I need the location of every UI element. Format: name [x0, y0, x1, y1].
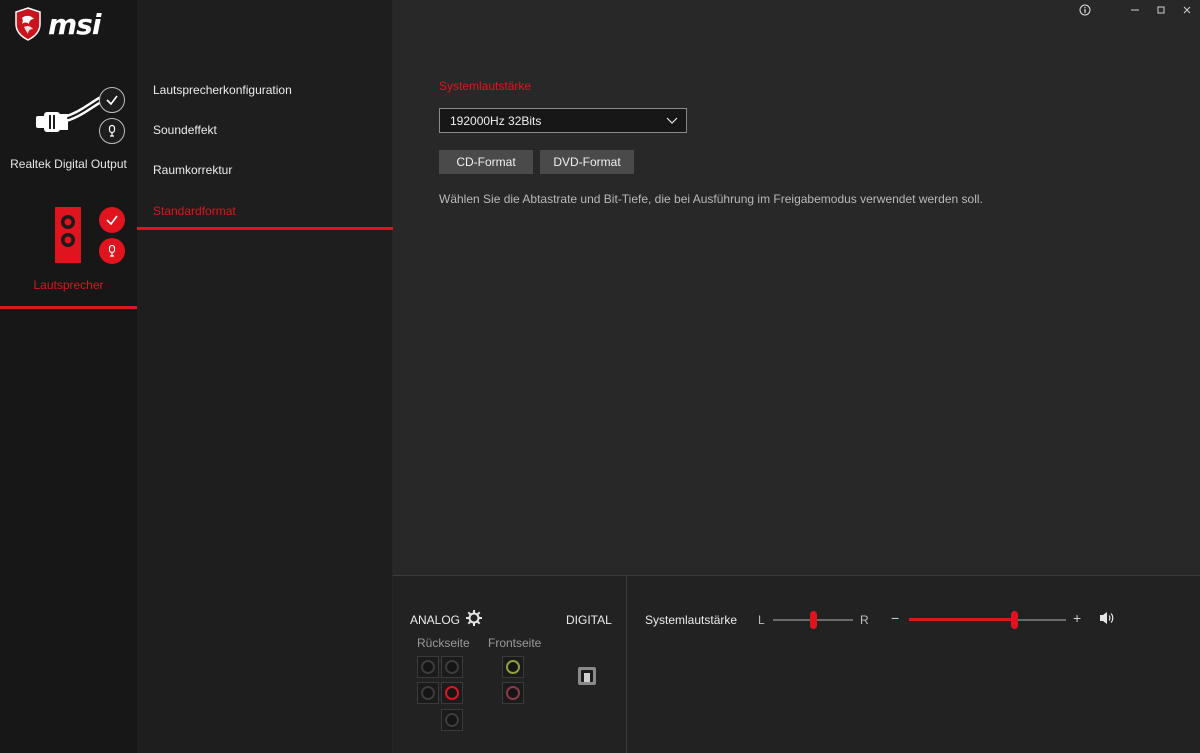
volume-slider-fill	[909, 618, 1015, 621]
jack-ring-icon	[445, 713, 459, 727]
volume-slider-thumb[interactable]	[1011, 611, 1019, 629]
front-microphone-jack[interactable]	[502, 682, 524, 704]
front-headphone-jack[interactable]	[502, 656, 524, 678]
maximize-button[interactable]	[1148, 0, 1174, 20]
minimize-button[interactable]	[1122, 0, 1148, 20]
maximize-icon	[1157, 6, 1165, 14]
front-panel-label: Frontseite	[488, 636, 542, 650]
digital-label: DIGITAL	[566, 613, 612, 627]
device-realtek-digital-output[interactable]: Realtek Digital Output	[0, 82, 137, 182]
rear-jack[interactable]	[417, 656, 439, 678]
chevron-down-icon	[666, 117, 678, 124]
close-button[interactable]	[1174, 0, 1200, 20]
device-lautsprecher[interactable]: Lautsprecher	[0, 198, 137, 310]
sample-rate-select[interactable]: 192000Hz 32Bits	[439, 108, 687, 133]
device-label-lautsprecher: Lautsprecher	[33, 278, 104, 292]
volume-panel: Systemlautstärke L R − +	[627, 575, 1200, 753]
logo-text: msi	[48, 7, 101, 41]
jack-ring-icon	[421, 660, 435, 674]
device-default-comm-button[interactable]	[99, 118, 125, 144]
volume-increase-button[interactable]: +	[1073, 610, 1081, 626]
menu-item-lautsprecherkonfiguration[interactable]: Lautsprecherkonfiguration	[153, 83, 292, 97]
window-controls	[1072, 0, 1200, 20]
microphone-icon	[108, 124, 116, 137]
system-volume-label: Systemlautstärke	[645, 613, 738, 627]
rear-jack[interactable]	[417, 682, 439, 704]
jack-ring-icon	[506, 686, 520, 700]
check-icon	[106, 215, 118, 226]
dvd-format-button[interactable]: DVD-Format	[540, 150, 634, 174]
device-panel: msi Realtek Digital Output Lautsprecher	[0, 0, 137, 753]
menu-active-underline	[137, 227, 393, 230]
spdif-port-icon[interactable]	[577, 666, 597, 686]
menu-item-soundeffekt[interactable]: Soundeffekt	[153, 123, 217, 137]
content-panel: Systemlautstärke 192000Hz 32Bits CD-Form…	[393, 0, 1200, 575]
info-button[interactable]	[1072, 0, 1098, 20]
balance-right-label: R	[860, 613, 869, 627]
close-icon	[1183, 6, 1191, 14]
speaker-jack-icon	[55, 207, 81, 263]
gear-icon[interactable]	[466, 610, 482, 626]
section-title: Systemlautstärke	[439, 79, 532, 93]
msi-logo: msi	[14, 7, 101, 41]
menu-panel: Lautsprecherkonfiguration Soundeffekt Ra…	[137, 0, 393, 753]
device-default-check-button-active[interactable]	[99, 207, 125, 233]
balance-slider-thumb[interactable]	[810, 611, 817, 629]
device-label-realtek: Realtek Digital Output	[10, 157, 127, 171]
format-description: Wählen Sie die Abtastrate und Bit-Tiefe,…	[439, 192, 983, 206]
speaker-volume-icon[interactable]	[1099, 611, 1115, 625]
microphone-icon	[108, 244, 116, 257]
sample-rate-select-value: 192000Hz 32Bits	[450, 113, 542, 128]
jack-ring-icon	[506, 660, 520, 674]
spdif-plug-icon	[36, 96, 102, 132]
msi-dragon-shield-icon	[15, 7, 41, 41]
menu-item-raumkorrektur[interactable]: Raumkorrektur	[153, 163, 232, 177]
jack-ring-icon	[445, 660, 459, 674]
cd-format-button[interactable]: CD-Format	[439, 150, 533, 174]
jack-panel: ANALOG DIGITAL Rückseite Frontseite	[393, 575, 627, 753]
check-icon	[106, 95, 118, 106]
info-icon	[1079, 4, 1091, 16]
analog-label: ANALOG	[410, 613, 461, 627]
device-default-comm-button-active[interactable]	[99, 238, 125, 264]
rear-jack[interactable]	[441, 709, 463, 731]
rear-jack[interactable]	[441, 656, 463, 678]
rear-jack-active[interactable]	[441, 682, 463, 704]
jack-ring-icon	[421, 686, 435, 700]
balance-left-label: L	[758, 613, 765, 627]
menu-item-standardformat[interactable]: Standardformat	[153, 204, 236, 218]
device-active-underline	[0, 306, 137, 309]
device-default-check-button[interactable]	[99, 87, 125, 113]
jack-ring-icon	[445, 686, 459, 700]
rear-panel-label: Rückseite	[417, 636, 470, 650]
volume-decrease-button[interactable]: −	[891, 610, 899, 626]
minimize-icon	[1131, 9, 1139, 11]
